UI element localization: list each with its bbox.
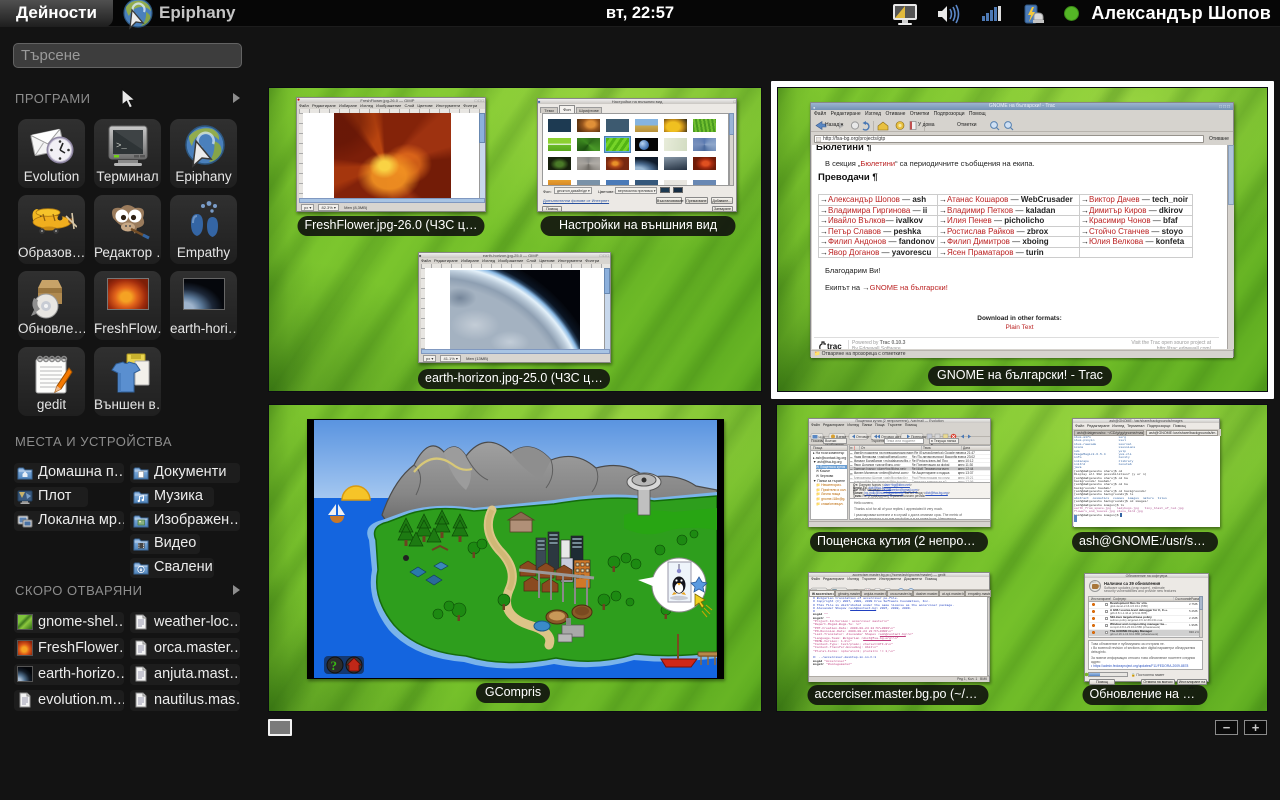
svg-text:trac: trac [827, 342, 842, 349]
svg-text:>_: >_ [116, 141, 127, 151]
svg-text:?: ? [331, 658, 338, 673]
